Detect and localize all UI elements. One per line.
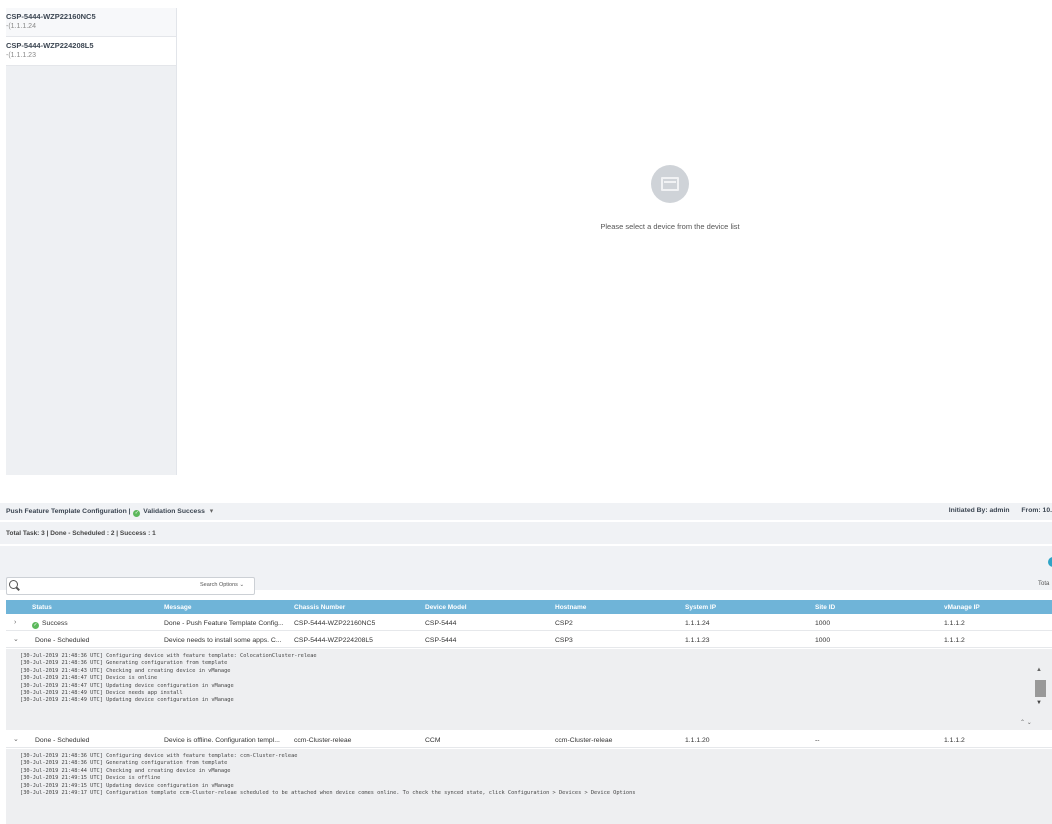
chassis-cell: ccm-Cluster-releae: [294, 737, 352, 744]
column-header-site-id[interactable]: Site ID: [815, 604, 835, 611]
validation-dropdown-icon[interactable]: ▾: [210, 508, 213, 515]
search-options-button[interactable]: Search Options ⌄: [200, 582, 244, 588]
chassis-cell: CSP-5444-WZP22160NC5: [294, 620, 376, 627]
task-title-text: Push Feature Template Configuration: [6, 508, 127, 515]
initiated-from: From: 10.: [1021, 507, 1052, 514]
site-id-cell: 1000: [815, 620, 831, 627]
model-cell: CSP-5444: [425, 620, 457, 627]
hostname-cell: CSP3: [555, 637, 573, 644]
vmanage-ip-cell: 1.1.1.2: [944, 620, 965, 627]
scroll-arrows-icon[interactable]: ⌃ ⌄: [1020, 719, 1032, 726]
task-summary-bar: [0, 522, 1052, 544]
model-cell: CCM: [425, 737, 441, 744]
table-row[interactable]: [6, 616, 1052, 631]
search-input[interactable]: [22, 579, 192, 593]
task-log-text: [30-Jul-2019 21:48:36 UTC] Configuring d…: [20, 753, 636, 797]
chevron-down-icon[interactable]: ⌄: [13, 635, 19, 643]
initiated-info: Initiated By: admin From: 10.: [949, 507, 1052, 514]
vmanage-ip-cell: 1.1.1.2: [944, 737, 965, 744]
system-ip-cell: 1.1.1.20: [685, 737, 710, 744]
status-cell: ✓ Success: [32, 620, 68, 629]
search-options-label: Search Options: [200, 582, 238, 588]
chevron-right-icon[interactable]: ›: [14, 619, 16, 626]
validation-status[interactable]: Validation Success: [143, 508, 205, 515]
column-header-status[interactable]: Status: [32, 604, 52, 611]
chevron-down-icon: ⌄: [239, 582, 245, 588]
chevron-down-icon[interactable]: ⌄: [13, 735, 19, 743]
device-list-item[interactable]: CSP-5444-WZP22160NC5 -(1.1.1.24: [6, 8, 176, 37]
hostname-cell: ccm-Cluster-releae: [555, 737, 613, 744]
success-check-icon: ✓: [133, 510, 141, 517]
system-ip-cell: 1.1.1.23: [685, 637, 710, 644]
title-separator: |: [128, 508, 131, 515]
device-name: CSP-5444-WZP22160NC5: [6, 12, 96, 21]
device-ip: -(1.1.1.24: [6, 23, 36, 30]
empty-device-icon: [651, 165, 689, 203]
site-id-cell: --: [815, 737, 820, 744]
message-cell: Device needs to install some apps. C...: [164, 637, 282, 644]
initiated-by: Initiated By: admin: [948, 507, 1010, 514]
success-check-icon: ✓: [32, 622, 39, 629]
system-ip-cell: 1.1.1.24: [685, 620, 710, 627]
search-icon: [9, 580, 18, 589]
column-header-vmanage-ip[interactable]: vManage IP: [944, 604, 980, 611]
table-row[interactable]: [6, 633, 1052, 648]
device-list-panel: CSP-5444-WZP22160NC5 -(1.1.1.24 CSP-5444…: [6, 8, 177, 475]
column-header-hostname[interactable]: Hostname: [555, 604, 586, 611]
scrollbar-thumb[interactable]: [1035, 680, 1046, 697]
table-row[interactable]: [6, 733, 1052, 748]
device-name: CSP-5444-WZP224208L5: [6, 41, 94, 50]
message-cell: Device is offline. Configuration templ..…: [164, 737, 280, 744]
message-cell: Done - Push Feature Template Config...: [164, 620, 284, 627]
status-cell: Done - Scheduled: [35, 737, 90, 744]
table-header: [6, 600, 1052, 614]
chassis-cell: CSP-5444-WZP224208L5: [294, 637, 373, 644]
vmanage-ip-cell: 1.1.1.2: [944, 637, 965, 644]
site-id-cell: 1000: [815, 637, 831, 644]
hostname-cell: CSP2: [555, 620, 573, 627]
device-list-item[interactable]: CSP-5444-WZP224208L5 -(1.1.1.23: [6, 37, 176, 66]
total-rows-label: Tota: [1038, 581, 1050, 587]
device-ip: -(1.1.1.23: [6, 52, 36, 59]
task-log-panel: [30-Jul-2019 21:48:36 UTC] Configuring d…: [6, 649, 1052, 730]
task-log-text: [30-Jul-2019 21:48:36 UTC] Configuring d…: [20, 653, 317, 704]
task-log-panel: [30-Jul-2019 21:48:36 UTC] Configuring d…: [6, 749, 1052, 824]
scroll-up-icon[interactable]: ▲: [1036, 667, 1042, 673]
task-summary: Total Task: 3 | Done - Scheduled : 2 | S…: [6, 530, 156, 537]
task-title: Push Feature Template Configuration | ✓ …: [6, 507, 213, 517]
model-cell: CSP-5444: [425, 637, 457, 644]
empty-state-message: Please select a device from the device l…: [600, 222, 740, 231]
scroll-down-icon[interactable]: ▼: [1036, 700, 1042, 706]
status-cell: Done - Scheduled: [35, 637, 90, 644]
column-header-message[interactable]: Message: [164, 604, 191, 611]
column-header-model[interactable]: Device Model: [425, 604, 467, 611]
column-header-chassis[interactable]: Chassis Number: [294, 604, 345, 611]
refresh-icon[interactable]: [1048, 557, 1052, 567]
status-text: Success: [42, 620, 68, 627]
column-header-system-ip[interactable]: System IP: [685, 604, 716, 611]
